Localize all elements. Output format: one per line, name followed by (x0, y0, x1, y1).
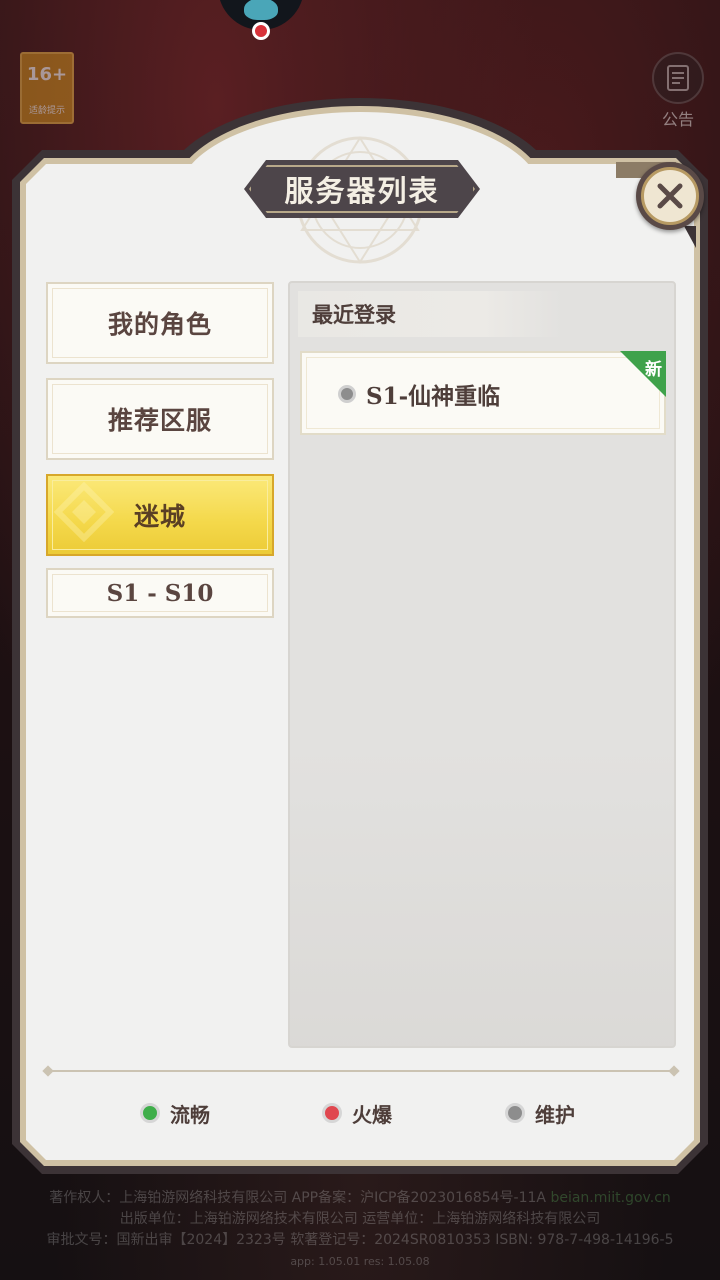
notice-document-icon (667, 65, 689, 91)
legend-maintenance: 维护 (505, 1098, 575, 1128)
new-tag-label: 新 (645, 360, 662, 380)
category-label: 推荐区服 (107, 406, 212, 435)
category-label: S1 - S10 (106, 579, 214, 607)
legal-line-3: 审批文号：国新出审【2024】2323号 软著登记号：2024SR0810353… (46, 1232, 674, 1248)
version-text: app: 1.05.01 res: 1.05.08 (290, 1255, 430, 1268)
status-gray-dot-icon (505, 1103, 525, 1123)
dialog-title: 服务器列表 (284, 174, 440, 208)
notification-dot (252, 22, 270, 40)
status-red-dot-icon (322, 1103, 342, 1123)
close-button[interactable] (636, 162, 704, 230)
status-maintenance-dot-icon (338, 385, 356, 403)
icp-link[interactable]: beian.miit.gov.cn (550, 1190, 670, 1206)
category-label: 迷城 (133, 502, 186, 531)
legal-line-2: 出版单位：上海铂游网络技术有限公司 运营单位：上海铂游网络科技有限公司 (119, 1211, 601, 1227)
legend-divider (50, 1070, 672, 1072)
legend-hot: 火爆 (322, 1098, 392, 1128)
server-name: S1-仙神重临 (366, 383, 501, 410)
server-panel: 最近登录 S1-仙神重临 新 (288, 281, 676, 1048)
legend-label: 维护 (535, 1102, 575, 1127)
status-green-dot-icon (140, 1103, 160, 1123)
legal-line-1: 著作权人：上海铂游网络科技有限公司 APP备案：沪ICP备2023016854号… (49, 1190, 671, 1206)
legend-smooth: 流畅 (140, 1098, 210, 1128)
age-rating-badge[interactable]: 16+ 适龄提示 (20, 52, 74, 124)
close-x-icon (657, 183, 683, 209)
legal-footer: 著作权人：上海铂游网络科技有限公司 APP备案：沪ICP备2023016854号… (0, 1188, 720, 1272)
dialog-title-plate: 服务器列表 (244, 160, 480, 218)
notice-button[interactable]: 公告 (648, 52, 708, 129)
server-item[interactable]: S1-仙神重临 新 (300, 351, 666, 435)
age-rating-number: 16+ (26, 64, 68, 85)
recent-login-header: 最近登录 (298, 291, 562, 337)
category-label: 我的角色 (107, 310, 212, 339)
legend-label: 流畅 (170, 1102, 210, 1127)
category-my-roles[interactable]: 我的角色 (46, 282, 274, 364)
avatar-mascot-icon (244, 0, 278, 20)
notice-label: 公告 (661, 110, 694, 129)
legend-label: 火爆 (352, 1102, 392, 1127)
category-recommended[interactable]: 推荐区服 (46, 378, 274, 460)
age-rating-caption: 适龄提示 (28, 106, 65, 116)
category-s1-s10[interactable]: S1 - S10 (46, 568, 274, 618)
selected-pattern-icon (54, 482, 114, 542)
category-micheng-selected[interactable]: 迷城 (46, 474, 274, 556)
